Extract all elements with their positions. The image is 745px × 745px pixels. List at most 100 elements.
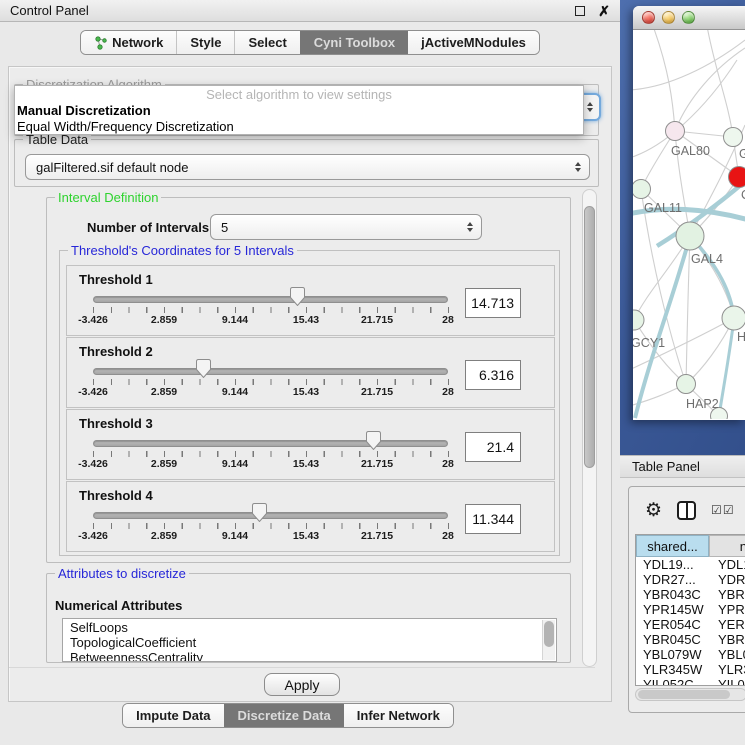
- minimize-traffic-light-icon[interactable]: [662, 11, 675, 24]
- tick-label: 28: [442, 314, 454, 326]
- table-cell[interactable]: YDL1: [709, 557, 745, 572]
- table-cell[interactable]: YBL079W: [636, 647, 709, 662]
- close-traffic-light-icon[interactable]: [642, 11, 655, 24]
- table-row[interactable]: YPR145WYPR1: [636, 602, 745, 617]
- node-red-selected[interactable]: [729, 167, 745, 188]
- thresholds-group: Threshold's Coordinates for 5 Intervals …: [59, 250, 560, 556]
- column-header-shared-name[interactable]: shared...: [636, 535, 709, 557]
- slider-handle[interactable]: [290, 287, 305, 306]
- table-cell[interactable]: YPR1: [709, 602, 745, 617]
- number-of-intervals-combobox[interactable]: 5: [210, 214, 482, 240]
- gear-icon[interactable]: ⚙: [645, 501, 662, 520]
- table-cell[interactable]: YBL0: [709, 647, 745, 662]
- table-cell[interactable]: YER054C: [636, 617, 709, 632]
- table-row[interactable]: YBL079WYBL0: [636, 647, 745, 662]
- table-row[interactable]: YBR045CYBR0: [636, 632, 745, 647]
- settings-scrollbar[interactable]: [582, 189, 597, 667]
- tab-label: Discretize Data: [238, 708, 331, 723]
- threshold-4-slider[interactable]: [93, 512, 448, 519]
- network-canvas[interactable]: GAL80 G C GAL11 GAL4 GCY1 H HAP2: [633, 30, 745, 419]
- dropdown-option-equal-width-frequency[interactable]: Equal Width/Frequency Discretization: [15, 119, 583, 135]
- list-item-selfloops[interactable]: SelfLoops: [70, 620, 556, 635]
- threshold-3-slider[interactable]: [93, 440, 448, 447]
- node-label-clipped-g: G: [739, 147, 745, 161]
- apply-button[interactable]: Apply: [264, 673, 339, 696]
- float-window-icon[interactable]: [575, 6, 585, 16]
- threshold-2-value-field[interactable]: 6.316: [465, 360, 521, 390]
- zoom-traffic-light-icon[interactable]: [682, 11, 695, 24]
- table-cell[interactable]: YDR2: [709, 572, 745, 587]
- tab-network[interactable]: Network: [81, 31, 176, 54]
- table-row[interactable]: YDR27...YDR2: [636, 572, 745, 587]
- node-right-mid[interactable]: [722, 306, 745, 330]
- panel-footer: Apply: [9, 667, 595, 701]
- table-cell[interactable]: YER0: [709, 617, 745, 632]
- split-columns-icon[interactable]: [677, 501, 696, 520]
- table-panel-titlebar: Table Panel: [620, 455, 745, 478]
- table-row[interactable]: YBR043CYBR0: [636, 587, 745, 602]
- table-cell[interactable]: YIL052C: [636, 677, 709, 686]
- tab-style[interactable]: Style: [176, 31, 234, 54]
- table-cell[interactable]: YPR145W: [636, 602, 709, 617]
- table-row[interactable]: YIL052CYIL0: [636, 677, 745, 686]
- algorithm-dropdown: Select algorithm to view settings Manual…: [14, 85, 584, 135]
- tab-infer-network[interactable]: Infer Network: [344, 704, 453, 727]
- network-window-titlebar[interactable]: [633, 6, 745, 30]
- scrollbar-thumb[interactable]: [584, 206, 595, 468]
- table-cell[interactable]: YLR3: [709, 662, 745, 677]
- node-gcy1[interactable]: [633, 310, 644, 330]
- scrollbar-thumb[interactable]: [638, 690, 730, 699]
- table-row[interactable]: YER054CYER0: [636, 617, 745, 632]
- table-row[interactable]: YDL19...YDL1: [636, 557, 745, 572]
- tab-cyni-toolbox[interactable]: Cyni Toolbox: [300, 31, 408, 54]
- table-cell[interactable]: YBR043C: [636, 587, 709, 602]
- checkbox-icon[interactable]: ☑: [723, 503, 734, 517]
- tab-select[interactable]: Select: [234, 31, 299, 54]
- numerical-attributes-list[interactable]: SelfLoops TopologicalCoefficient Between…: [62, 618, 557, 662]
- threshold-1-value-field[interactable]: 14.713: [465, 288, 521, 318]
- slider-handle[interactable]: [366, 431, 381, 450]
- table-data-combobox[interactable]: galFiltered.sif default node: [25, 154, 590, 180]
- threshold-2-slider[interactable]: [93, 368, 448, 375]
- panel-title: Control Panel: [10, 3, 89, 18]
- table-cell[interactable]: YLR345W: [636, 662, 709, 677]
- node-gal80[interactable]: [666, 122, 685, 141]
- scrollbar-thumb[interactable]: [544, 621, 554, 647]
- table-row[interactable]: YLR345WYLR3: [636, 662, 745, 677]
- node-gal4[interactable]: [676, 222, 704, 250]
- threshold-1-panel: Threshold 1 -3.4262.8599.14415.4321.7152…: [66, 265, 555, 336]
- slider-handle[interactable]: [252, 503, 267, 522]
- list-scrollbar[interactable]: [542, 620, 555, 660]
- threshold-3-value-field[interactable]: 21.4: [465, 432, 521, 462]
- threshold-1-slider[interactable]: [93, 296, 448, 303]
- threshold-4-value-field[interactable]: 11.344: [465, 504, 521, 534]
- tab-discretize-data[interactable]: Discretize Data: [224, 704, 344, 727]
- node-attribute-table[interactable]: shared... na YDL19...YDL1 YDR27...YDR2 Y…: [635, 534, 745, 686]
- tab-label: Infer Network: [357, 708, 440, 723]
- node-hap2[interactable]: [677, 375, 696, 394]
- table-cell[interactable]: YBR0: [709, 587, 745, 602]
- table-cell[interactable]: YIL0: [709, 677, 745, 686]
- close-icon[interactable]: ✗: [598, 4, 610, 18]
- top-tab-bar: Network Style Select Cyni Toolbox jActiv…: [0, 30, 620, 55]
- table-cell[interactable]: YBR045C: [636, 632, 709, 647]
- list-item-topologicalcoefficient[interactable]: TopologicalCoefficient: [70, 635, 556, 650]
- node-top-right[interactable]: [724, 128, 743, 147]
- node-gal11[interactable]: [633, 180, 651, 199]
- tab-jactivemnodules[interactable]: jActiveMNodules: [408, 31, 539, 54]
- column-header-name[interactable]: na: [709, 535, 745, 557]
- node-label-gal4: GAL4: [691, 252, 723, 266]
- cyni-toolbox-panel: Discretization Algorithm Select algorith…: [8, 66, 612, 702]
- table-cell[interactable]: YDR27...: [636, 572, 709, 587]
- dropdown-option-manual-discretization[interactable]: Manual Discretization: [15, 103, 583, 119]
- network-view-window[interactable]: GAL80 G C GAL11 GAL4 GCY1 H HAP2: [633, 6, 745, 420]
- tab-impute-data[interactable]: Impute Data: [123, 704, 223, 727]
- table-cell[interactable]: YDL19...: [636, 557, 709, 572]
- tab-label: jActiveMNodules: [421, 35, 526, 50]
- list-item-betweennesscentrality[interactable]: BetweennessCentrality: [70, 650, 556, 662]
- threshold-4-panel: Threshold 4 -3.4262.8599.14415.4321.7152…: [66, 481, 555, 552]
- slider-handle[interactable]: [196, 359, 211, 378]
- checkbox-icon[interactable]: ☑: [711, 503, 722, 517]
- table-horizontal-scrollbar[interactable]: [635, 688, 745, 701]
- table-cell[interactable]: YBR0: [709, 632, 745, 647]
